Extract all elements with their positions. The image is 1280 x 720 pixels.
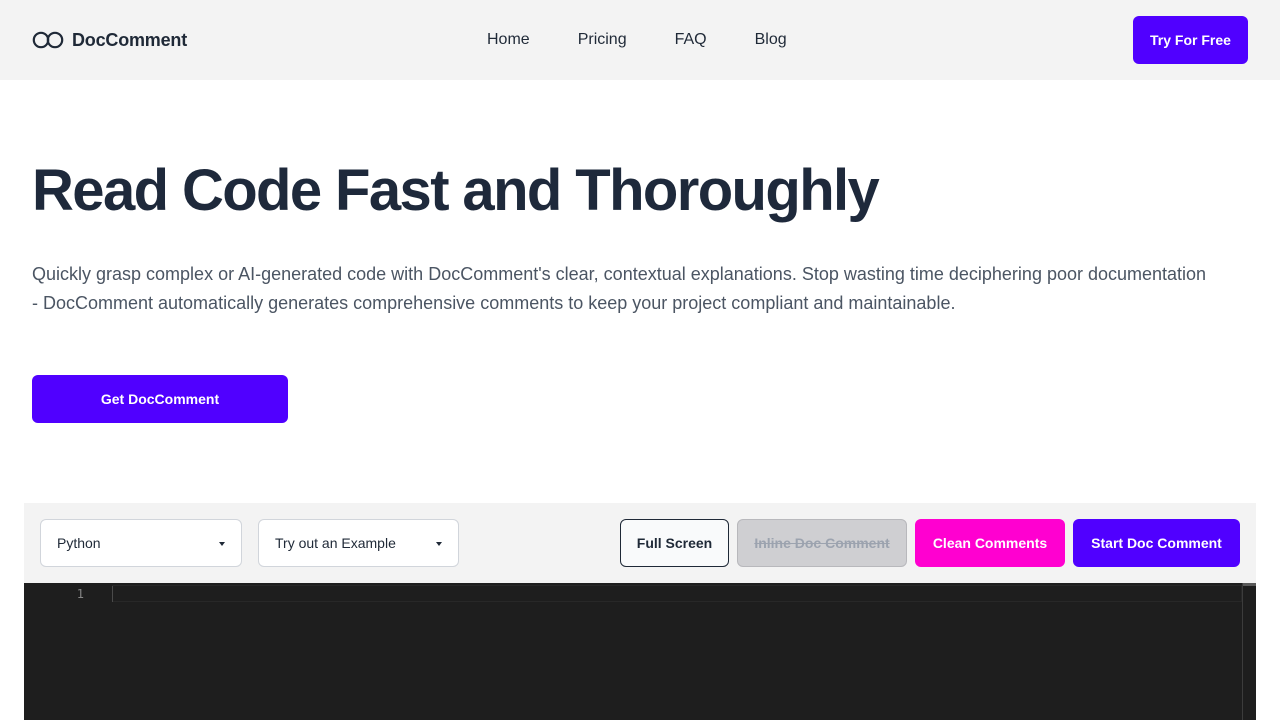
brand[interactable]: DocComment <box>32 28 187 52</box>
main-nav: Home Pricing FAQ Blog <box>487 30 787 50</box>
example-select-value: Try out an Example <box>275 535 396 551</box>
nav-link-blog[interactable]: Blog <box>755 30 787 50</box>
text-cursor <box>112 586 113 602</box>
example-select[interactable]: Try out an Example <box>258 519 459 567</box>
caret-down-icon <box>219 542 225 546</box>
full-screen-button[interactable]: Full Screen <box>620 519 729 567</box>
get-doccomment-button[interactable]: Get DocComment <box>32 375 288 423</box>
nav-link-faq[interactable]: FAQ <box>675 30 707 50</box>
clean-comments-button[interactable]: Clean Comments <box>915 519 1065 567</box>
try-for-free-button[interactable]: Try For Free <box>1133 16 1248 64</box>
current-line-highlight <box>112 585 1242 602</box>
language-select[interactable]: Python <box>40 519 242 567</box>
infinity-rings-icon <box>32 31 64 49</box>
inline-doc-comment-button[interactable]: Inline Doc Comment <box>737 519 907 567</box>
code-editor[interactable]: 1 <box>24 583 1256 720</box>
brand-name: DocComment <box>72 29 188 50</box>
editor-scrollbar[interactable] <box>1242 583 1256 720</box>
editor-toolbar: Python Try out an Example Full Screen In… <box>24 503 1256 583</box>
line-number: 1 <box>76 587 84 601</box>
start-doc-comment-button[interactable]: Start Doc Comment <box>1073 519 1240 567</box>
hero-description: Quickly grasp complex or AI-generated co… <box>32 264 1207 313</box>
top-navbar: DocComment Home Pricing FAQ Blog Try For… <box>0 0 1280 80</box>
nav-link-home[interactable]: Home <box>487 30 530 50</box>
nav-link-pricing[interactable]: Pricing <box>578 30 627 50</box>
hero-title: Read Code Fast and Thoroughly <box>32 158 880 223</box>
language-select-value: Python <box>57 535 101 551</box>
caret-down-icon <box>436 542 442 546</box>
